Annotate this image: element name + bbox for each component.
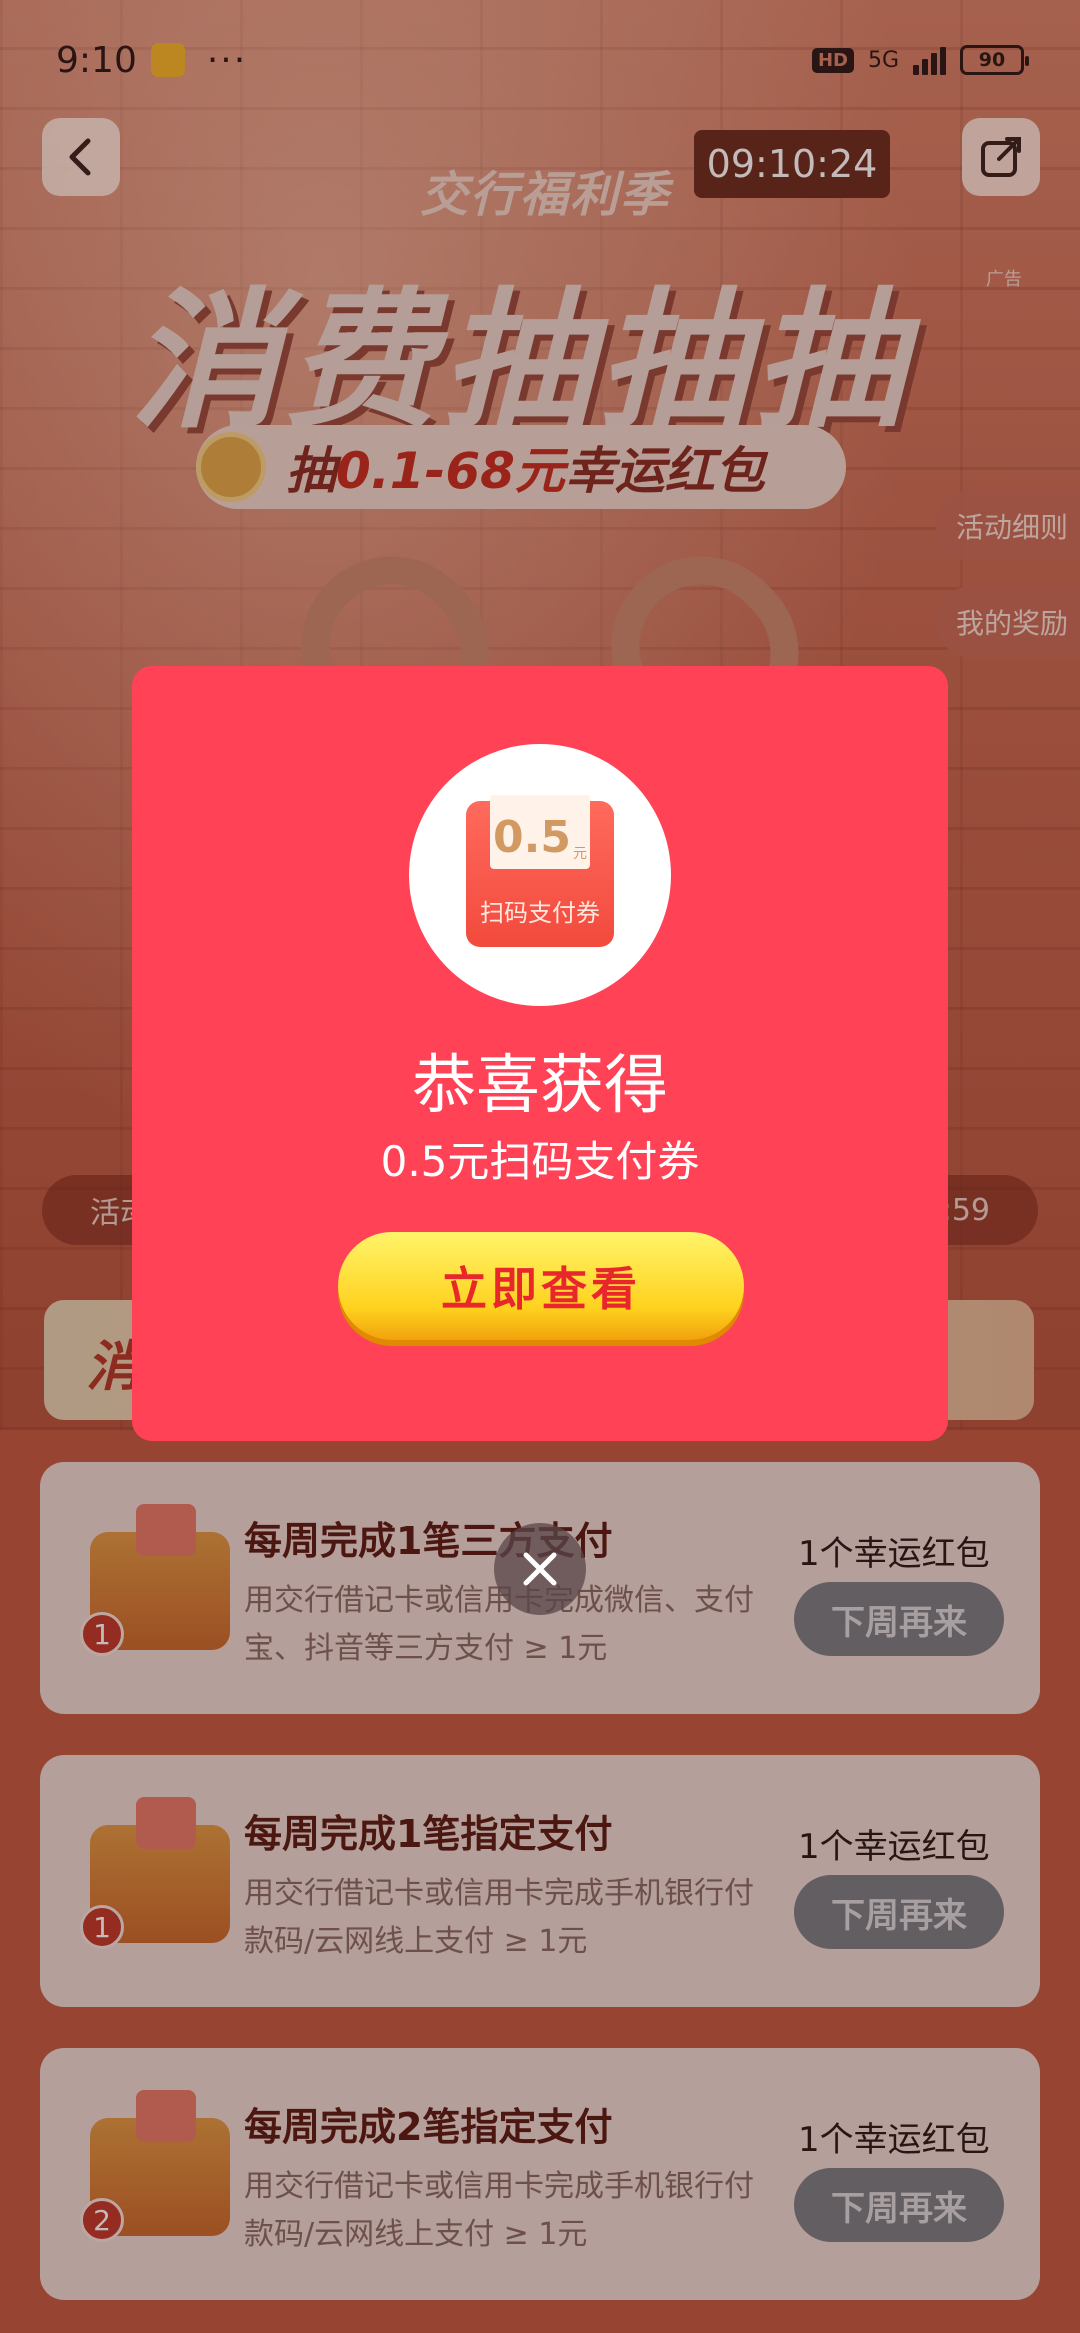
voucher-label: 扫码支付券 (480, 899, 600, 927)
voucher-amount: 0.5 (493, 812, 571, 863)
voucher-unit: 元 (572, 846, 587, 862)
close-modal-button[interactable] (494, 1523, 586, 1615)
prize-image: 0.5 元 扫码支付券 (409, 744, 671, 1006)
prize-modal: 0.5 元 扫码支付券 恭喜获得 0.5元扫码支付券 立即查看 (132, 666, 948, 1441)
close-icon (523, 1552, 557, 1586)
view-now-button[interactable]: 立即查看 (338, 1232, 744, 1340)
voucher-envelope-icon: 0.5 元 扫码支付券 (466, 795, 614, 947)
modal-subtitle: 0.5元扫码支付券 (380, 1137, 700, 1186)
voucher-paper: 0.5 元 (490, 795, 590, 869)
modal-title: 恭喜获得 (412, 1049, 668, 1123)
